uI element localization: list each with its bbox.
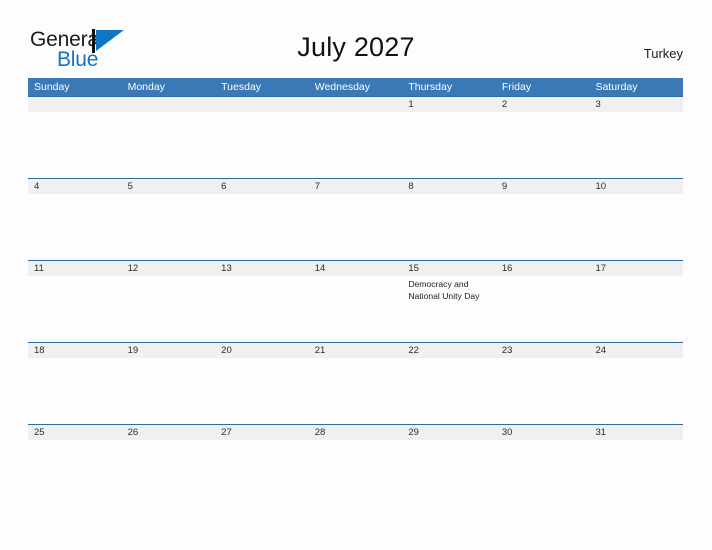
day-number[interactable]: 20 xyxy=(215,343,309,358)
day-event[interactable] xyxy=(496,276,590,342)
day-number[interactable]: 14 xyxy=(309,261,403,276)
week-date-number-band: 4 5 6 7 8 9 10 xyxy=(28,179,683,194)
page-title: July 2027 xyxy=(297,32,415,62)
day-event[interactable] xyxy=(589,276,683,342)
day-event[interactable] xyxy=(309,276,403,342)
day-number[interactable]: 24 xyxy=(589,343,683,358)
day-number[interactable] xyxy=(309,97,403,112)
day-number[interactable]: 22 xyxy=(402,343,496,358)
day-event-holiday[interactable]: Democracy and National Unity Day xyxy=(402,276,496,342)
page-header: General Blue July 2027 Turkey xyxy=(0,0,712,78)
day-event[interactable] xyxy=(122,276,216,342)
day-event[interactable] xyxy=(215,194,309,260)
day-event[interactable] xyxy=(122,112,216,178)
weekday-header-tuesday: Tuesday xyxy=(221,81,262,93)
calendar-week-row: 25 26 27 28 29 30 31 xyxy=(28,424,683,502)
day-number[interactable]: 28 xyxy=(309,425,403,440)
day-event[interactable] xyxy=(402,440,496,502)
day-number[interactable]: 31 xyxy=(589,425,683,440)
day-number[interactable] xyxy=(215,97,309,112)
day-event[interactable] xyxy=(496,440,590,502)
day-event[interactable] xyxy=(215,276,309,342)
week-event-band xyxy=(28,112,683,178)
day-number[interactable]: 4 xyxy=(28,179,122,194)
day-number[interactable]: 17 xyxy=(589,261,683,276)
day-number[interactable]: 26 xyxy=(122,425,216,440)
day-number[interactable]: 19 xyxy=(122,343,216,358)
weekday-header-wednesday: Wednesday xyxy=(314,81,370,93)
week-event-band xyxy=(28,194,683,260)
weekday-header-sunday: Sunday xyxy=(34,81,70,93)
day-event[interactable] xyxy=(309,112,403,178)
day-number[interactable]: 25 xyxy=(28,425,122,440)
day-number[interactable]: 16 xyxy=(496,261,590,276)
day-event[interactable] xyxy=(122,358,216,424)
calendar-week-row: 18 19 20 21 22 23 24 xyxy=(28,342,683,424)
day-number[interactable] xyxy=(28,97,122,112)
country-label: Turkey xyxy=(643,46,683,61)
day-number[interactable] xyxy=(122,97,216,112)
day-number[interactable]: 30 xyxy=(496,425,590,440)
calendar-week-row: 4 5 6 7 8 9 10 xyxy=(28,178,683,260)
day-number[interactable]: 12 xyxy=(122,261,216,276)
day-event[interactable] xyxy=(589,440,683,502)
day-number[interactable]: 10 xyxy=(589,179,683,194)
weekday-header-monday: Monday xyxy=(127,81,165,93)
day-event[interactable] xyxy=(309,194,403,260)
day-number[interactable]: 3 xyxy=(589,97,683,112)
calendar-page: General Blue July 2027 Turkey Sunday Mon… xyxy=(0,0,712,550)
day-event[interactable] xyxy=(28,440,122,502)
day-event[interactable] xyxy=(496,194,590,260)
weekday-header-row: Sunday Monday Tuesday Wednesday Thursday… xyxy=(28,78,683,96)
day-event[interactable] xyxy=(589,194,683,260)
weekday-header-saturday: Saturday xyxy=(595,81,638,93)
day-number[interactable]: 8 xyxy=(402,179,496,194)
week-event-band: Democracy and National Unity Day xyxy=(28,276,683,342)
day-number[interactable]: 27 xyxy=(215,425,309,440)
day-number[interactable]: 9 xyxy=(496,179,590,194)
week-event-band xyxy=(28,358,683,424)
day-number[interactable]: 7 xyxy=(309,179,403,194)
week-event-band xyxy=(28,440,683,502)
day-event[interactable] xyxy=(496,112,590,178)
week-date-number-band: 18 19 20 21 22 23 24 xyxy=(28,343,683,358)
day-event[interactable] xyxy=(589,112,683,178)
calendar-week-row: 11 12 13 14 15 16 17 Democracy and Natio… xyxy=(28,260,683,342)
day-event[interactable] xyxy=(402,194,496,260)
day-number[interactable]: 1 xyxy=(402,97,496,112)
day-event[interactable] xyxy=(309,440,403,502)
week-date-number-band: 25 26 27 28 29 30 31 xyxy=(28,425,683,440)
day-event[interactable] xyxy=(28,276,122,342)
day-event[interactable] xyxy=(122,440,216,502)
day-event[interactable] xyxy=(402,358,496,424)
calendar-week-row: 1 2 3 xyxy=(28,96,683,178)
weekday-header-thursday: Thursday xyxy=(408,81,453,93)
day-event[interactable] xyxy=(215,112,309,178)
calendar-grid: Sunday Monday Tuesday Wednesday Thursday… xyxy=(28,78,683,502)
day-number[interactable]: 2 xyxy=(496,97,590,112)
day-event[interactable] xyxy=(402,112,496,178)
day-number[interactable]: 21 xyxy=(309,343,403,358)
weekday-header-friday: Friday xyxy=(501,81,532,93)
day-number[interactable]: 5 xyxy=(122,179,216,194)
week-date-number-band: 11 12 13 14 15 16 17 xyxy=(28,261,683,276)
week-date-number-band: 1 2 3 xyxy=(28,97,683,112)
day-number[interactable]: 29 xyxy=(402,425,496,440)
day-event[interactable] xyxy=(28,194,122,260)
day-number[interactable]: 15 xyxy=(402,261,496,276)
day-event[interactable] xyxy=(309,358,403,424)
day-event[interactable] xyxy=(589,358,683,424)
day-number[interactable]: 18 xyxy=(28,343,122,358)
day-event[interactable] xyxy=(28,358,122,424)
day-event[interactable] xyxy=(215,358,309,424)
day-number[interactable]: 11 xyxy=(28,261,122,276)
day-number[interactable]: 13 xyxy=(215,261,309,276)
day-number[interactable]: 23 xyxy=(496,343,590,358)
day-event[interactable] xyxy=(496,358,590,424)
day-event[interactable] xyxy=(215,440,309,502)
day-event[interactable] xyxy=(122,194,216,260)
day-number[interactable]: 6 xyxy=(215,179,309,194)
day-event[interactable] xyxy=(28,112,122,178)
